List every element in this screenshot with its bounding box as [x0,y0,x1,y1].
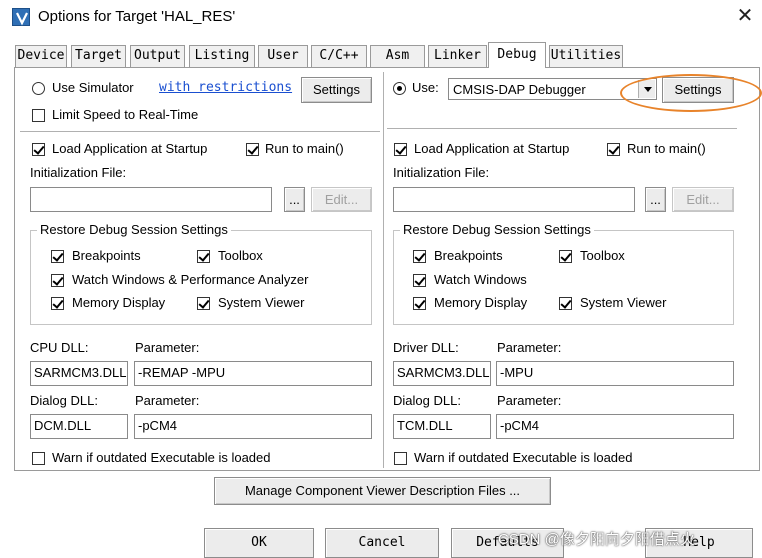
tab-user[interactable]: User [258,45,308,67]
left-memory-display-label: Memory Display [72,295,166,310]
left-dialog-dll-label: Dialog DLL: [30,393,98,408]
right-watch-windows-checkbox[interactable] [413,274,426,287]
left-dialog-dll-input[interactable]: DCM.DLL [30,414,128,439]
cpu-dll-parameter-input[interactable]: -REMAP -MPU [134,361,372,386]
left-edit-button[interactable]: Edit... [311,187,372,212]
tab-utilities[interactable]: Utilities [549,45,623,67]
right-system-viewer-label: System Viewer [580,295,667,310]
right-warn-outdated-checkbox[interactable] [394,452,407,465]
left-warn-outdated-label: Warn if outdated Executable is loaded [52,450,271,465]
cpu-dll-label: CPU DLL: [30,340,89,355]
left-warn-outdated-checkbox[interactable] [32,452,45,465]
left-breakpoints-checkbox[interactable] [51,250,64,263]
right-watch-windows-label: Watch Windows [434,272,527,287]
ok-button[interactable]: OK [204,528,314,558]
right-load-app-label: Load Application at Startup [414,141,570,156]
right-system-viewer-checkbox[interactable] [559,297,572,310]
left-restore-settings-title: Restore Debug Session Settings [37,222,231,237]
use-simulator-radio[interactable] [32,82,45,95]
left-breakpoints-label: Breakpoints [72,248,141,263]
tab-asm[interactable]: Asm [370,45,425,67]
driver-dll-input[interactable]: SARMCM3.DLL [393,361,491,386]
title-bar: Options for Target 'HAL_RES' ✕ [0,0,762,36]
with-restrictions-link[interactable]: with restrictions [159,80,292,95]
limit-speed-checkbox[interactable] [32,109,45,122]
tab-cpp[interactable]: C/C++ [311,45,367,67]
left-watch-windows-checkbox[interactable] [51,274,64,287]
tab-target[interactable]: Target [71,45,126,67]
right-breakpoints-label: Breakpoints [434,248,503,263]
debugger-settings-button[interactable]: Settings [662,77,734,103]
chevron-down-icon[interactable] [638,80,655,98]
use-simulator-label: Use Simulator [52,80,134,95]
csdn-watermark: CSDN @像夕阳向夕阳借点火 [498,531,695,548]
left-init-file-input[interactable] [30,187,272,212]
driver-dll-parameter-label: Parameter: [497,340,562,355]
left-system-viewer-checkbox[interactable] [197,297,210,310]
right-run-to-main-checkbox[interactable] [607,143,620,156]
debugger-select[interactable]: CMSIS-DAP Debugger [448,78,657,100]
right-browse-button[interactable]: ... [645,187,666,212]
left-toolbox-checkbox[interactable] [197,250,210,263]
right-dialog-dll-label: Dialog DLL: [393,393,461,408]
right-warn-outdated-label: Warn if outdated Executable is loaded [414,450,633,465]
left-init-file-label: Initialization File: [30,165,127,180]
right-init-file-label: Initialization File: [393,165,490,180]
left-dialog-parameter-label: Parameter: [135,393,200,408]
right-divider [387,128,737,130]
right-dialog-parameter-input[interactable]: -pCM4 [496,414,734,439]
tab-output[interactable]: Output [130,45,185,67]
left-toolbox-label: Toolbox [218,248,263,263]
right-memory-display-checkbox[interactable] [413,297,426,310]
manage-component-viewer-button[interactable]: Manage Component Viewer Description File… [214,477,551,505]
right-breakpoints-checkbox[interactable] [413,250,426,263]
left-load-app-label: Load Application at Startup [52,141,208,156]
limit-speed-label: Limit Speed to Real-Time [52,107,199,122]
right-toolbox-checkbox[interactable] [559,250,572,263]
right-edit-button[interactable]: Edit... [672,187,734,212]
uvision-app-icon [12,8,30,26]
left-system-viewer-label: System Viewer [218,295,305,310]
close-icon[interactable]: ✕ [734,4,756,28]
cancel-button[interactable]: Cancel [325,528,439,558]
left-load-app-checkbox[interactable] [32,143,45,156]
driver-dll-label: Driver DLL: [393,340,459,355]
column-separator [383,72,385,468]
right-load-app-checkbox[interactable] [394,143,407,156]
left-run-to-main-label: Run to main() [265,141,344,156]
tab-device[interactable]: Device [15,45,67,67]
use-debugger-label: Use: [412,80,439,95]
right-memory-display-label: Memory Display [434,295,528,310]
cpu-dll-input[interactable]: SARMCM3.DLL [30,361,128,386]
tab-listing[interactable]: Listing [189,45,255,67]
right-init-file-input[interactable] [393,187,635,212]
tab-linker[interactable]: Linker [428,45,487,67]
tab-debug[interactable]: Debug [488,42,546,68]
right-dialog-parameter-label: Parameter: [497,393,562,408]
right-restore-settings-title: Restore Debug Session Settings [400,222,594,237]
left-dialog-parameter-input[interactable]: -pCM4 [134,414,372,439]
debugger-select-value: CMSIS-DAP Debugger [453,82,586,97]
left-browse-button[interactable]: ... [284,187,305,212]
left-watch-windows-label: Watch Windows & Performance Analyzer [72,272,309,287]
driver-dll-parameter-input[interactable]: -MPU [496,361,734,386]
right-toolbox-label: Toolbox [580,248,625,263]
cpu-dll-parameter-label: Parameter: [135,340,200,355]
simulator-settings-button[interactable]: Settings [301,77,372,103]
left-run-to-main-checkbox[interactable] [246,143,259,156]
left-divider [20,131,380,133]
window-title: Options for Target 'HAL_RES' [38,8,236,25]
use-debugger-radio[interactable] [393,82,406,95]
left-memory-display-checkbox[interactable] [51,297,64,310]
right-dialog-dll-input[interactable]: TCM.DLL [393,414,491,439]
right-run-to-main-label: Run to main() [627,141,706,156]
